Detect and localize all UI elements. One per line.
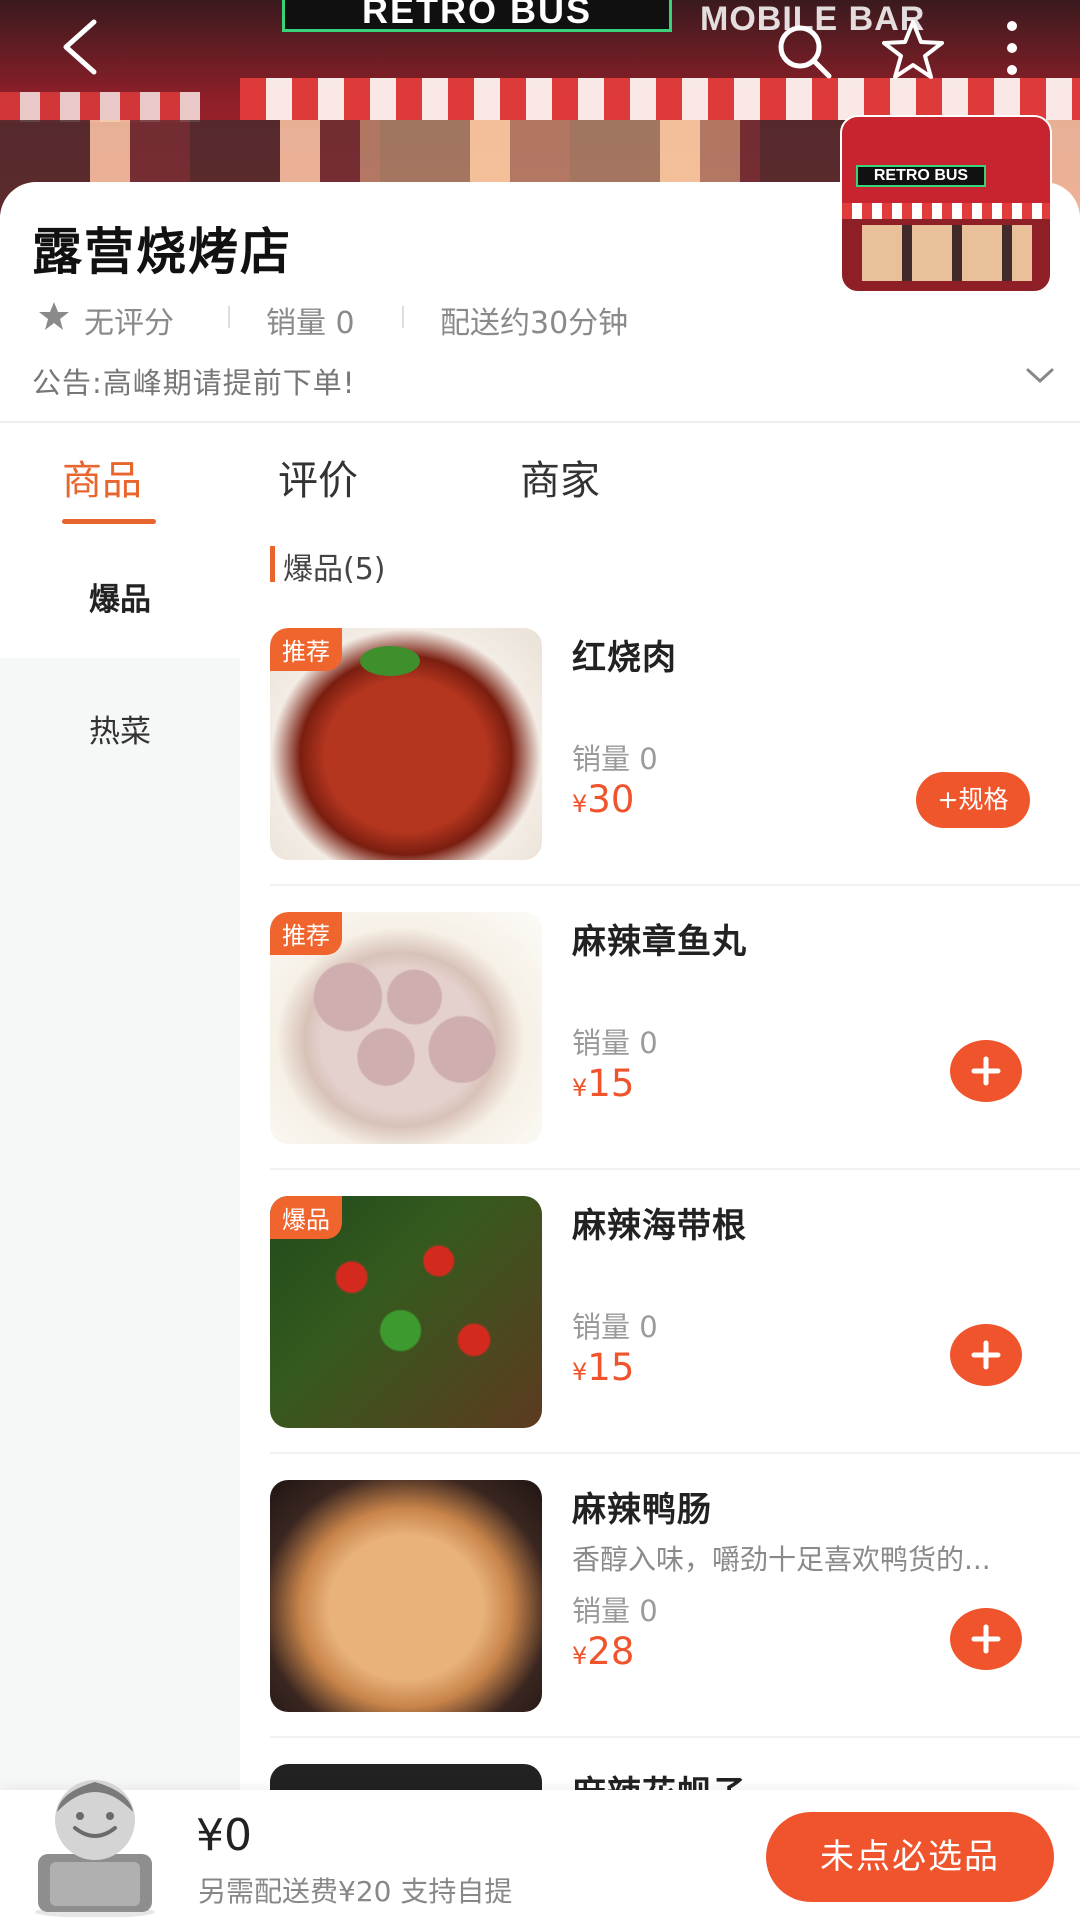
checkout-button[interactable]: 未点必选品 xyxy=(766,1812,1054,1902)
currency-symbol: ¥ xyxy=(572,790,588,818)
price-amount: 28 xyxy=(587,1630,635,1673)
sidebar-item-hot[interactable]: 爆品 xyxy=(0,574,240,619)
product-sales: 销量 0 xyxy=(572,1026,658,1060)
product-image[interactable] xyxy=(270,1480,542,1712)
thumb-windows xyxy=(862,225,1032,281)
product-name: 红烧肉 xyxy=(572,638,677,678)
thumb-awning xyxy=(842,203,1050,219)
more-vertical-icon[interactable] xyxy=(1000,18,1024,78)
product-price: ¥15 xyxy=(572,1062,634,1105)
meta-divider xyxy=(402,306,404,328)
shop-rating: 无评分 xyxy=(84,306,174,341)
product-sales: 销量 0 xyxy=(572,1310,658,1344)
section-accent-bar xyxy=(270,546,275,582)
add-to-cart-button[interactable] xyxy=(950,1324,1022,1386)
product-description: 香醇入味，嚼劲十足喜欢鸭货的... xyxy=(572,1543,991,1576)
product-image[interactable]: 推荐 xyxy=(270,628,542,860)
product-name: 麻辣海带根 xyxy=(572,1206,747,1246)
row-divider xyxy=(270,1452,1080,1454)
product-badge: 爆品 xyxy=(270,1196,342,1239)
product-sales: 销量 0 xyxy=(572,1594,658,1628)
banner-sign-retro-bus: RETRO BUS xyxy=(282,0,672,32)
tab-reviews[interactable]: 评价 xyxy=(278,448,358,506)
shop-notice: 公告:高峰期请提前下单! xyxy=(32,366,356,400)
price-amount: 15 xyxy=(587,1062,635,1105)
product-price: ¥15 xyxy=(572,1346,634,1389)
product-image[interactable]: 爆品 xyxy=(270,1196,542,1428)
currency-symbol: ¥ xyxy=(572,1358,588,1386)
product-image[interactable]: 推荐 xyxy=(270,912,542,1144)
product-item[interactable]: 爆品 麻辣海带根 销量 0 ¥15 xyxy=(270,1196,1080,1480)
row-divider xyxy=(270,884,1080,886)
product-price: ¥28 xyxy=(572,1630,634,1673)
active-tab-indicator xyxy=(62,519,156,524)
banner-awning-left xyxy=(0,92,200,122)
banner-awning xyxy=(240,78,1080,120)
product-item[interactable]: 推荐 红烧肉 销量 0 ¥30 +规格 xyxy=(270,628,1080,912)
price-amount: 30 xyxy=(587,778,635,821)
add-to-cart-button[interactable] xyxy=(950,1608,1022,1670)
product-badge: 推荐 xyxy=(270,628,342,671)
product-price: ¥30 xyxy=(572,778,634,821)
product-badge: 推荐 xyxy=(270,912,342,955)
product-item[interactable]: 麻辣鸭肠 香醇入味，嚼劲十足喜欢鸭货的... 销量 0 ¥28 xyxy=(270,1480,1080,1764)
tab-merchant[interactable]: 商家 xyxy=(520,448,600,506)
row-divider xyxy=(270,1736,1080,1738)
select-spec-button[interactable]: +规格 xyxy=(916,772,1030,828)
currency-symbol: ¥ xyxy=(572,1642,588,1670)
tab-goods[interactable]: 商品 xyxy=(62,448,142,506)
sidebar-item-hot-dishes[interactable]: 热菜 xyxy=(0,706,240,751)
shop-thumbnail[interactable]: RETRO BUS xyxy=(840,115,1052,293)
section-title: 爆品(5) xyxy=(283,552,386,587)
rating-star-icon xyxy=(39,302,69,330)
delivery-time: 配送约30分钟 xyxy=(440,306,629,341)
product-sales: 销量 0 xyxy=(572,742,658,776)
currency-symbol: ¥ xyxy=(572,1074,588,1102)
product-item[interactable]: 推荐 麻辣章鱼丸 销量 0 ¥15 xyxy=(270,912,1080,1196)
favorite-star-icon[interactable] xyxy=(880,18,946,82)
meta-divider xyxy=(228,306,230,328)
price-amount: 15 xyxy=(587,1346,635,1389)
shop-sales: 销量 0 xyxy=(266,306,355,341)
back-arrow-icon[interactable] xyxy=(58,18,102,76)
cart-total: ¥0 xyxy=(196,1810,252,1861)
cart-mascot-icon[interactable] xyxy=(30,1762,160,1917)
divider xyxy=(0,421,1080,423)
thumb-sign: RETRO BUS xyxy=(856,165,986,187)
add-to-cart-button[interactable] xyxy=(950,1040,1022,1102)
row-divider xyxy=(270,1168,1080,1170)
search-icon[interactable] xyxy=(775,22,833,80)
shop-name: 露营烧烤店 xyxy=(32,223,292,281)
delivery-fee-note: 另需配送费¥20 支持自提 xyxy=(198,1875,513,1908)
product-name: 麻辣鸭肠 xyxy=(572,1490,712,1530)
chevron-down-icon[interactable] xyxy=(1025,366,1055,386)
product-name: 麻辣章鱼丸 xyxy=(572,922,747,962)
